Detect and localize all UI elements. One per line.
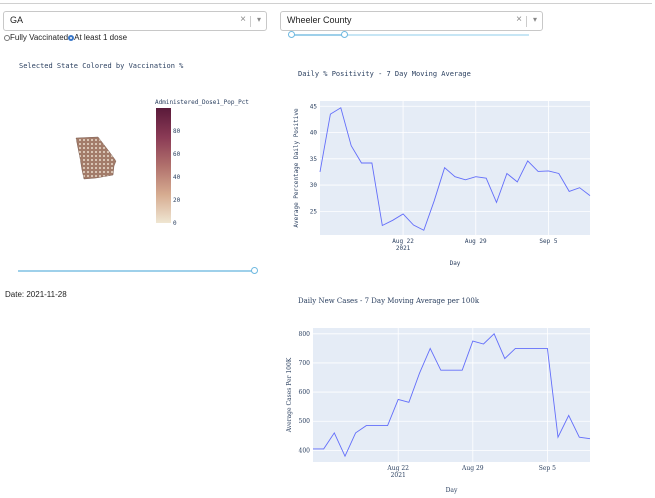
y-axis-label: Average Percentage Daily Positive <box>293 108 300 228</box>
state-dropdown-value: GA <box>10 15 24 25</box>
dropdown-separator <box>250 16 251 27</box>
radio-at-least-one-dose[interactable]: At least 1 dose <box>68 33 127 42</box>
plot-area <box>320 101 590 235</box>
clear-icon[interactable]: × <box>516 14 522 25</box>
colorbar-tick-label: 0 <box>173 220 177 227</box>
radio-label: Fully Vaccinated <box>10 33 69 42</box>
y-tick-label: 700 <box>299 360 311 367</box>
chevron-down-icon[interactable]: ▾ <box>533 15 537 24</box>
x-axis-label: Day <box>446 487 458 494</box>
colorbar-tick-label: 40 <box>173 174 181 181</box>
x-tick-label: 2021 <box>391 472 406 479</box>
x-tick-label: Aug 29 <box>461 465 484 472</box>
y-tick-label: 600 <box>299 389 311 396</box>
county-dropdown[interactable]: Wheeler County × ▾ <box>280 11 543 31</box>
chevron-down-icon[interactable]: ▾ <box>257 15 261 24</box>
range-slider-selected <box>292 34 345 36</box>
x-tick-label: 2021 <box>396 245 411 252</box>
date-slider-selected <box>18 270 254 272</box>
y-tick-label: 500 <box>299 418 311 425</box>
radio-fully-vaccinated[interactable]: Fully Vaccinated <box>4 33 68 42</box>
state-map[interactable] <box>70 130 120 185</box>
x-tick-label: Aug 22 <box>386 465 409 472</box>
positivity-chart-title: Daily % Positivity - 7 Day Moving Averag… <box>298 70 471 78</box>
cases-chart-title: Daily New Cases - 7 Day Moving Average p… <box>298 297 480 305</box>
colorbar-tick-label: 80 <box>173 128 181 135</box>
y-tick-label: 25 <box>310 208 318 215</box>
cases-chart[interactable]: 800 700 600 500 400 Aug 222021 Aug 29 Sep 5 Day A… <box>285 322 600 497</box>
y-tick-label: 800 <box>299 331 311 338</box>
dropdown-separator <box>526 16 527 27</box>
georgia-shape <box>75 136 117 180</box>
y-tick-label: 35 <box>310 156 318 163</box>
colorbar <box>156 108 171 223</box>
vaccine-radio-group: Fully Vaccinated At least 1 dose <box>4 33 127 42</box>
x-axis-label: Day <box>450 260 461 267</box>
radio-label: At least 1 dose <box>74 33 128 42</box>
y-tick-label: 40 <box>310 130 318 137</box>
plot-area <box>313 328 590 462</box>
range-slider-start-handle[interactable] <box>288 31 295 38</box>
y-tick-label: 400 <box>299 447 311 454</box>
colorbar-tick-label: 60 <box>173 151 181 158</box>
range-slider-end-handle[interactable] <box>341 31 348 38</box>
map-title: Selected State Colored by Vaccination % <box>19 62 184 70</box>
y-tick-label: 45 <box>310 103 318 110</box>
x-tick-label: Sep 5 <box>539 465 556 472</box>
state-dropdown[interactable]: GA × ▾ <box>3 11 267 31</box>
x-tick-label: Aug 29 <box>465 238 487 245</box>
y-tick-label: 30 <box>310 182 318 189</box>
x-tick-label: Aug 22 <box>392 238 414 245</box>
date-slider-handle[interactable] <box>251 267 258 274</box>
colorbar-tick-label: 20 <box>173 197 181 204</box>
positivity-chart[interactable]: 45 40 35 30 25 Aug 222021 Aug 29 Sep 5 Day Averag… <box>288 95 598 270</box>
colorbar-title: Administered_Dose1_Pop_Pct <box>155 99 249 106</box>
top-divider <box>0 3 652 4</box>
clear-icon[interactable]: × <box>240 14 246 25</box>
date-label: Date: 2021-11-28 <box>5 290 67 299</box>
y-axis-label: Average Cases Per 100K <box>286 357 293 433</box>
county-dropdown-value: Wheeler County <box>287 15 352 25</box>
x-tick-label: Sep 5 <box>539 238 557 245</box>
